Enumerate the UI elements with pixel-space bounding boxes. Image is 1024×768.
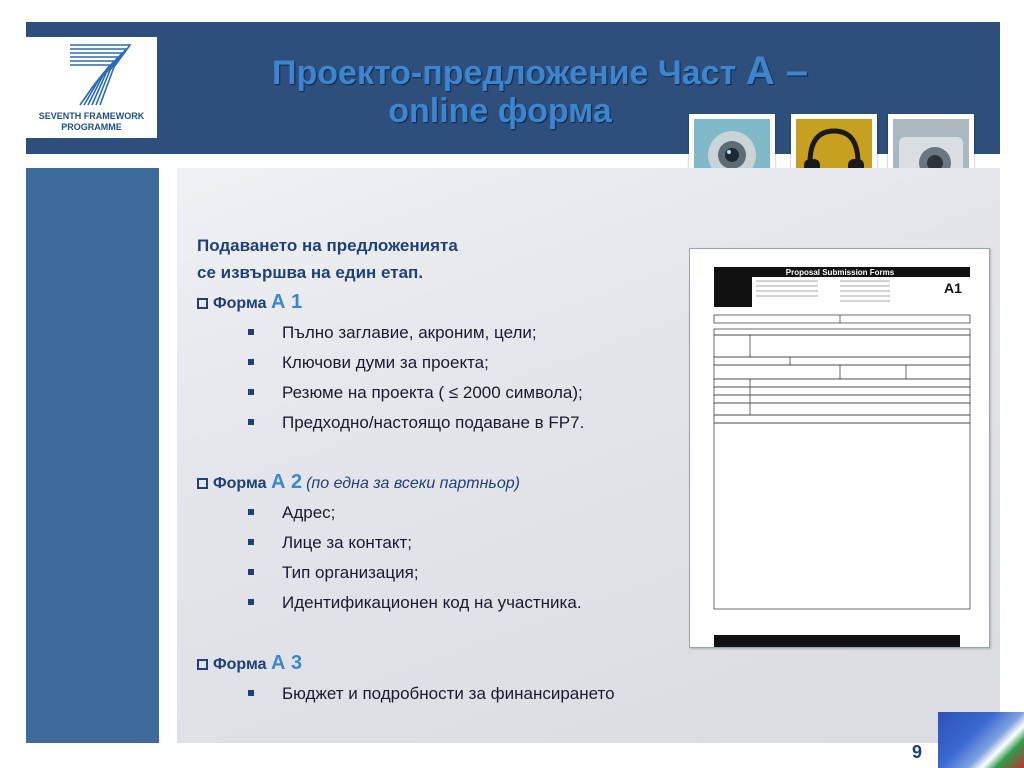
proposal-form-preview: Proposal Submission Forms A1	[689, 248, 990, 648]
side-band	[26, 168, 159, 743]
eu-bg-flag-image	[938, 712, 1024, 768]
logo-line-1: SEVENTH FRAMEWORK	[38, 111, 145, 121]
preview-header: Proposal Submission Forms	[786, 268, 895, 277]
form-code: А 1	[270, 291, 303, 313]
page-number: 9	[912, 742, 923, 762]
form-note: (по една за всеки партньор)	[306, 475, 520, 492]
square-bullet-icon	[248, 419, 254, 425]
list-item: Бюджет и подробности за финансирането	[248, 683, 615, 705]
square-bullet-icon	[248, 569, 254, 575]
intro-line-2: се извършва на един етап.	[197, 263, 424, 282]
logo-line-2: PROGRAMME	[61, 122, 122, 132]
list-item: Лице за контакт;	[248, 532, 412, 554]
form-a3-heading: Форма А 3	[197, 652, 302, 676]
square-bullet-icon	[248, 329, 254, 335]
form-label: Форма	[213, 656, 267, 673]
form-label: Форма	[213, 295, 267, 312]
slide-title: Проекто-предложение Част А – online форм…	[190, 49, 890, 130]
intro-line-1: Подаването на предложенията	[197, 236, 458, 255]
list-item: Адрес;	[248, 502, 335, 524]
title-line-1: Проекто-предложение Част	[272, 54, 737, 92]
square-bullet-icon	[248, 509, 254, 515]
checkbox-bullet-icon	[197, 478, 208, 489]
preview-code: A1	[944, 280, 962, 296]
list-item: Идентификационен код на участника.	[248, 592, 582, 614]
title-part-letter: А –	[745, 49, 808, 93]
list-item: Предходно/настоящо подаване в FP7.	[248, 412, 584, 434]
form-code: А 2	[270, 471, 303, 493]
list-item: Ключови думи за проекта;	[248, 352, 489, 374]
form-label: Форма	[213, 475, 267, 492]
fp7-logo: SEVENTH FRAMEWORK PROGRAMME	[26, 37, 157, 138]
form-a1-heading: Форма А 1	[197, 291, 302, 315]
form-code: А 3	[270, 652, 303, 674]
checkbox-bullet-icon	[197, 298, 208, 309]
list-item: Пълно заглавие, акроним, цели;	[248, 322, 537, 344]
square-bullet-icon	[248, 539, 254, 545]
form-a2-heading: Форма А 2 (по една за всеки партньор)	[197, 471, 520, 495]
form-preview-drawing: Proposal Submission Forms A1	[713, 267, 971, 647]
checkbox-bullet-icon	[197, 659, 208, 670]
list-item: Резюме на проекта ( ≤ 2000 символа);	[248, 382, 583, 404]
intro-text: Подаването на предложенията се извършва …	[197, 232, 458, 286]
square-bullet-icon	[248, 690, 254, 696]
square-bullet-icon	[248, 599, 254, 605]
square-bullet-icon	[248, 389, 254, 395]
square-bullet-icon	[248, 359, 254, 365]
list-item: Тип организация;	[248, 562, 419, 584]
